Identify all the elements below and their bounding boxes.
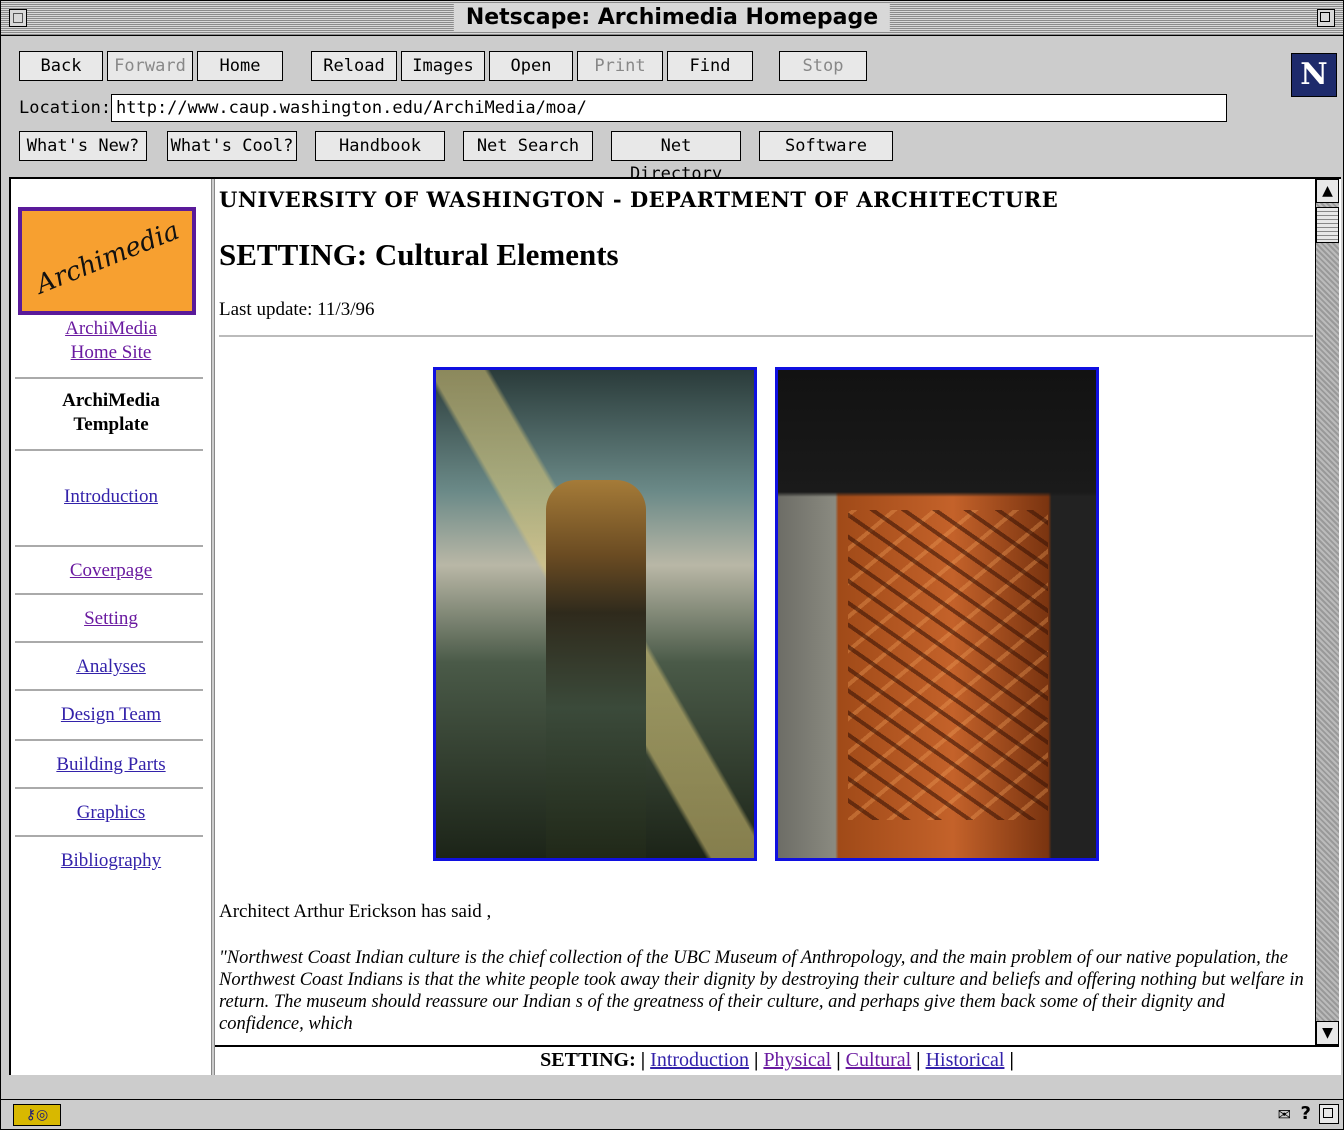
sidebar-item-setting[interactable]: Setting (11, 607, 211, 631)
sidebar-item-label[interactable]: Introduction (64, 486, 158, 507)
nav-divider (15, 593, 203, 595)
archimedia-home-link[interactable]: ArchiMedia Home Site (11, 317, 211, 365)
page-title: SETTING: Cultural Elements (219, 237, 619, 272)
location-label: Location: (19, 98, 112, 118)
bottom-nav-label: SETTING (540, 1049, 630, 1071)
handbook-button[interactable]: Handbook (315, 131, 445, 161)
bottom-nav-historical[interactable]: Historical (926, 1049, 1005, 1071)
help-icon[interactable]: ? (1301, 1104, 1311, 1124)
images-button[interactable]: Images (401, 51, 485, 81)
bottom-nav: SETTING: | Introduction | Physical | Cul… (540, 1049, 1014, 1071)
net-directory-button[interactable]: Net Directory (611, 131, 741, 184)
vertical-scrollbar[interactable]: ▲ ▼ (1315, 179, 1339, 1045)
netscape-logo-icon[interactable]: N (1291, 53, 1337, 97)
close-box-icon[interactable] (9, 9, 27, 27)
sidebar-item-label[interactable]: Bibliography (61, 850, 161, 871)
grow-box-icon[interactable] (1319, 1104, 1339, 1124)
carved-door-photo[interactable] (775, 367, 1099, 861)
home-button[interactable]: Home (197, 51, 283, 81)
zoom-box-icon[interactable] (1317, 9, 1335, 27)
stop-button[interactable]: Stop (779, 51, 867, 81)
window-title: Netscape: Archimedia Homepage (453, 4, 891, 32)
home-link-line2[interactable]: Home Site (71, 342, 152, 363)
sidebar-item-label[interactable]: Setting (84, 608, 138, 629)
sidebar-frame: Archimedia ArchiMedia Home Site ArchiMed… (11, 179, 211, 1075)
totem-pole-photo[interactable] (433, 367, 757, 861)
nav-divider (15, 689, 203, 691)
erickson-quote: "Northwest Coast Indian culture is the c… (219, 948, 1304, 1034)
net-search-button[interactable]: Net Search (463, 131, 593, 161)
scroll-up-arrow-icon[interactable]: ▲ (1316, 179, 1339, 203)
status-bar: ⚷◎ ✉ ? (1, 1099, 1343, 1129)
main-frame: UNIVERSITY OF WASHINGTON - DEPARTMENT OF… (215, 179, 1317, 1045)
sidebar-item-introduction[interactable]: Introduction (11, 485, 211, 509)
bottom-nav-frame: SETTING: | Introduction | Physical | Cul… (215, 1045, 1339, 1075)
nav-divider (15, 449, 203, 451)
whats-cool-button[interactable]: What's Cool? (167, 131, 297, 161)
sidebar-item-label[interactable]: Analyses (76, 656, 146, 677)
nav-divider (15, 835, 203, 837)
sidebar-item-label[interactable]: Design Team (61, 704, 161, 725)
browser-window: Netscape: Archimedia Homepage Back Forwa… (0, 0, 1344, 1130)
bottom-nav-cultural[interactable]: Cultural (846, 1049, 912, 1071)
title-bar[interactable]: Netscape: Archimedia Homepage (1, 1, 1343, 36)
software-button[interactable]: Software (759, 131, 893, 161)
scroll-thumb[interactable] (1316, 207, 1339, 243)
scroll-down-arrow-icon[interactable]: ▼ (1316, 1021, 1339, 1045)
location-field[interactable]: http://www.caup.washington.edu/ArchiMedi… (111, 94, 1227, 122)
horizontal-rule (219, 335, 1313, 337)
bottom-nav-physical[interactable]: Physical (763, 1049, 831, 1071)
sidebar-item-bibliography[interactable]: Bibliography (11, 849, 211, 873)
sidebar-item-design-team[interactable]: Design Team (11, 703, 211, 727)
print-button[interactable]: Print (577, 51, 663, 81)
sidebar-item-label[interactable]: Coverpage (70, 560, 152, 581)
intro-paragraph: Architect Arthur Erickson has said , (219, 901, 492, 922)
nav-divider (15, 787, 203, 789)
sidebar-item-label[interactable]: Graphics (77, 802, 146, 823)
content-area: Archimedia ArchiMedia Home Site ArchiMed… (9, 177, 1341, 1075)
find-button[interactable]: Find (667, 51, 753, 81)
sidebar-item-analyses[interactable]: Analyses (11, 655, 211, 679)
mail-icon[interactable]: ✉ (1278, 1106, 1291, 1124)
archimedia-logo[interactable]: Archimedia (18, 207, 196, 315)
department-header: UNIVERSITY OF WASHINGTON - DEPARTMENT OF… (219, 187, 1059, 212)
bottom-nav-introduction[interactable]: Introduction (650, 1049, 749, 1071)
template-line2: Template (73, 414, 149, 435)
open-button[interactable]: Open (489, 51, 573, 81)
sidebar-item-graphics[interactable]: Graphics (11, 801, 211, 825)
whats-new-button[interactable]: What's New? (19, 131, 147, 161)
forward-button[interactable]: Forward (107, 51, 193, 81)
reload-button[interactable]: Reload (311, 51, 397, 81)
totem-pole-shape (546, 480, 646, 858)
nav-divider (15, 739, 203, 741)
template-heading: ArchiMedia Template (11, 389, 211, 437)
nav-divider (15, 641, 203, 643)
sidebar-item-coverpage[interactable]: Coverpage (11, 559, 211, 583)
sidebar-item-building-parts[interactable]: Building Parts (11, 753, 211, 777)
nav-divider (15, 377, 203, 379)
nav-divider (15, 545, 203, 547)
back-button[interactable]: Back (19, 51, 103, 81)
logo-text: Archimedia (31, 215, 184, 301)
home-link-line1[interactable]: ArchiMedia (65, 318, 157, 339)
security-key-icon[interactable]: ⚷◎ (13, 1104, 61, 1126)
carving-pattern (848, 510, 1048, 820)
sidebar-item-label[interactable]: Building Parts (56, 754, 165, 775)
template-line1: ArchiMedia (62, 390, 160, 411)
last-update: Last update: 11/3/96 (219, 299, 375, 320)
